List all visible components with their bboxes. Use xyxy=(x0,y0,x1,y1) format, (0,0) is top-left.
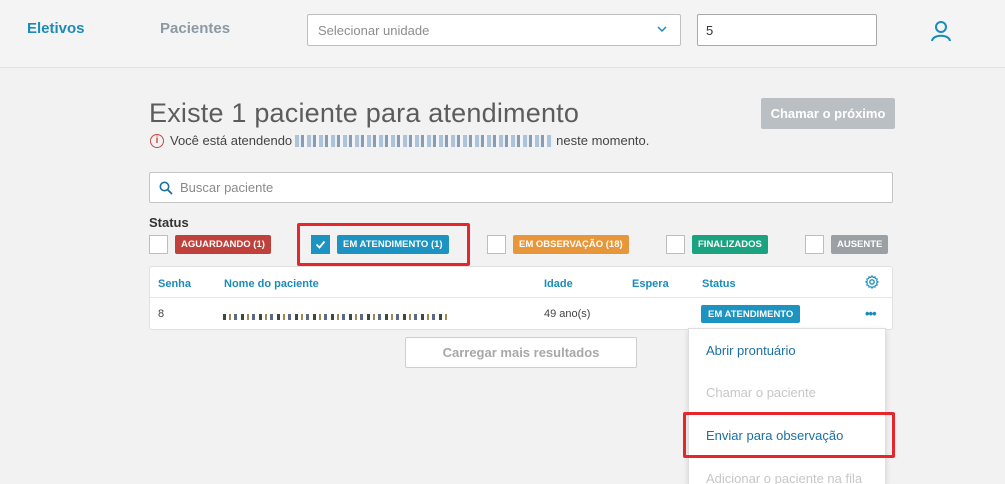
search-input[interactable]: Buscar paciente xyxy=(149,172,893,203)
menu-item-add-to-queue[interactable]: Adicionar o paciente na fila xyxy=(706,471,862,484)
row-divider xyxy=(150,297,892,298)
tab-eletivos[interactable]: Eletivos xyxy=(27,20,85,37)
filter-checkbox[interactable] xyxy=(149,235,168,254)
number-field-value: 5 xyxy=(706,23,714,38)
redacted-patient-name xyxy=(223,314,447,320)
filter-pill: AUSENTE xyxy=(831,235,889,254)
search-placeholder: Buscar paciente xyxy=(180,180,274,195)
column-header-idade[interactable]: Idade xyxy=(544,278,573,290)
info-icon: i xyxy=(150,133,164,148)
column-header-status[interactable]: Status xyxy=(702,278,736,290)
filter-checkbox[interactable] xyxy=(487,235,506,254)
filter-em-observacao[interactable]: EM OBSERVAÇÃO (18) xyxy=(487,235,629,254)
menu-item-send-to-observation[interactable]: Enviar para observação xyxy=(706,428,843,443)
filter-pill: EM ATENDIMENTO (1) xyxy=(337,235,449,254)
row-actions-menu: Abrir prontuário Chamar o paciente Envia… xyxy=(688,328,886,484)
unit-select-placeholder: Selecionar unidade xyxy=(318,23,430,38)
filter-pill: FINALIZADOS xyxy=(692,235,768,254)
redacted-patient-name xyxy=(295,134,554,147)
filter-checkbox[interactable] xyxy=(666,235,685,254)
patients-table: Senha Nome do paciente Idade Espera Stat… xyxy=(149,266,893,330)
unit-select[interactable]: Selecionar unidade xyxy=(307,14,681,46)
filter-ausente[interactable]: AUSENTE xyxy=(805,235,889,254)
status-badge: EM ATENDIMENTO xyxy=(701,305,801,323)
column-header-senha[interactable]: Senha xyxy=(158,278,191,290)
call-next-button[interactable]: Chamar o próximo xyxy=(761,98,895,129)
filter-pill: EM OBSERVAÇÃO (18) xyxy=(513,235,629,254)
number-field[interactable]: 5 xyxy=(697,14,877,46)
top-navigation: Eletivos Pacientes Selecionar unidade 5 xyxy=(0,0,1005,68)
tab-pacientes[interactable]: Pacientes xyxy=(160,20,230,37)
load-more-button[interactable]: Carregar mais resultados xyxy=(405,337,637,368)
cell-idade: 49 ano(s) xyxy=(544,308,591,320)
column-header-nome[interactable]: Nome do paciente xyxy=(224,278,319,290)
menu-item-call-patient[interactable]: Chamar o paciente xyxy=(706,385,816,400)
user-icon[interactable] xyxy=(930,20,952,42)
check-icon xyxy=(315,240,326,249)
more-options-icon[interactable]: ••• xyxy=(865,306,877,321)
column-header-espera[interactable]: Espera xyxy=(632,278,669,290)
cell-senha: 8 xyxy=(158,308,165,320)
page-title: Existe 1 paciente para atendimento xyxy=(149,98,580,128)
chevron-down-icon xyxy=(657,26,667,33)
filter-checkbox[interactable] xyxy=(311,235,330,254)
status-filter-label: Status xyxy=(149,215,189,230)
info-prefix: Você está atendendo xyxy=(170,133,293,148)
info-message: i Você está atendendo neste momento. xyxy=(150,133,649,148)
filter-checkbox[interactable] xyxy=(805,235,824,254)
filter-em-atendimento[interactable]: EM ATENDIMENTO (1) xyxy=(311,235,449,254)
menu-item-open-record[interactable]: Abrir prontuário xyxy=(706,343,796,358)
filter-finalizados[interactable]: FINALIZADOS xyxy=(666,235,768,254)
filter-pill: AGUARDANDO (1) xyxy=(175,235,271,254)
info-suffix: neste momento. xyxy=(556,133,650,148)
gear-icon[interactable] xyxy=(865,275,879,289)
search-icon xyxy=(159,181,173,195)
filter-aguardando[interactable]: AGUARDANDO (1) xyxy=(149,235,271,254)
